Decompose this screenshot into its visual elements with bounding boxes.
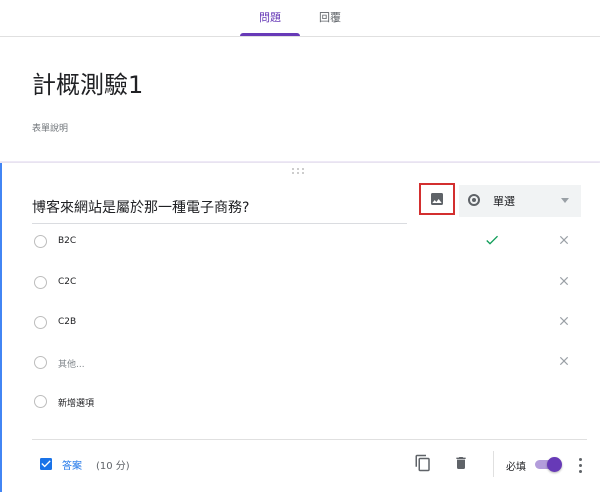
- add-option-row[interactable]: 新增選項: [34, 391, 594, 415]
- option-radio-icon: [34, 235, 47, 248]
- option-radio-icon: [34, 276, 47, 289]
- option-row: 其他...: [34, 352, 594, 376]
- footer-vertical-divider: [493, 451, 494, 477]
- checkbox-checked-icon: [40, 458, 52, 470]
- tab-questions-label: 問題: [259, 11, 281, 24]
- required-label: 必填: [506, 462, 526, 473]
- tab-questions[interactable]: 問題: [240, 0, 300, 36]
- option-label[interactable]: C2C: [58, 277, 76, 287]
- question-type-select[interactable]: 單選: [459, 185, 581, 217]
- option-row: C2B: [34, 312, 594, 336]
- option-row: C2C: [34, 272, 594, 296]
- form-title[interactable]: 計概測驗1: [32, 65, 143, 100]
- image-icon: [431, 193, 443, 205]
- radio-button-icon: [468, 194, 480, 206]
- option-label[interactable]: C2B: [58, 317, 76, 327]
- option-label[interactable]: B2C: [58, 236, 76, 246]
- option-radio-icon: [34, 395, 47, 408]
- option-radio-icon: [34, 316, 47, 329]
- toggle-knob: [547, 457, 562, 472]
- close-icon[interactable]: [557, 314, 571, 328]
- option-label[interactable]: 其他...: [58, 357, 85, 370]
- points-label: (10 分): [96, 461, 130, 472]
- more-vert-icon[interactable]: [578, 456, 584, 474]
- check-icon: [486, 235, 498, 245]
- answer-key-label: 答案: [62, 461, 82, 472]
- add-image-button[interactable]: [419, 183, 455, 215]
- form-description[interactable]: 表單說明: [32, 121, 68, 134]
- top-tab-bar: 問題 回覆: [0, 0, 600, 37]
- close-icon[interactable]: [557, 274, 571, 288]
- close-icon[interactable]: [557, 354, 571, 368]
- form-title-card: 計概測驗1 表單說明: [0, 37, 600, 161]
- question-type-label: 單選: [493, 195, 515, 208]
- copy-icon[interactable]: [414, 453, 432, 473]
- footer-divider: [32, 439, 587, 440]
- question-card: 博客來網站是屬於那一種電子商務? 單選 B2C C2C C2B 其他... 新增…: [0, 163, 600, 492]
- dropdown-arrow-icon: [561, 198, 569, 203]
- option-radio-icon: [34, 356, 47, 369]
- add-option-label[interactable]: 新增選項: [58, 396, 94, 409]
- active-tab-indicator: [240, 33, 300, 36]
- drag-handle-icon[interactable]: [292, 168, 306, 176]
- question-title-input[interactable]: 博客來網站是屬於那一種電子商務?: [32, 197, 407, 224]
- tab-responses-label: 回覆: [319, 11, 341, 24]
- required-toggle[interactable]: [535, 457, 563, 472]
- option-row: B2C: [34, 231, 594, 255]
- trash-icon[interactable]: [453, 454, 469, 472]
- close-icon[interactable]: [557, 233, 571, 247]
- tab-responses[interactable]: 回覆: [310, 0, 350, 36]
